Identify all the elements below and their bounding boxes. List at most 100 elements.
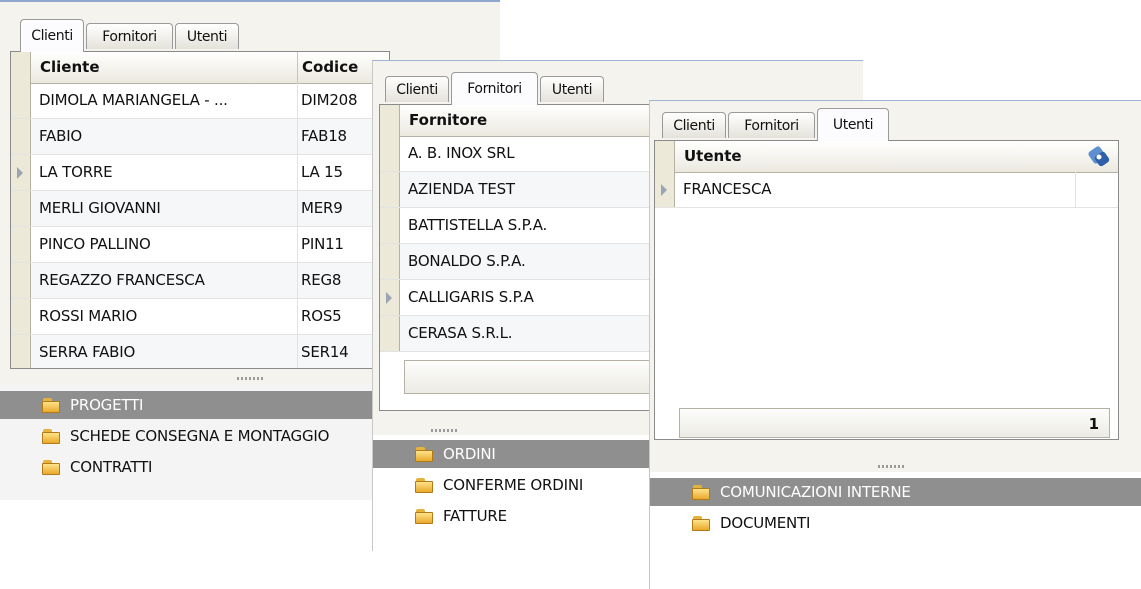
tab-utenti[interactable]: Utenti <box>540 76 604 102</box>
folder-icon <box>42 460 62 475</box>
row-pointer-icon[interactable] <box>655 172 675 207</box>
tab-strip: Clienti Fornitori Utenti <box>385 72 625 105</box>
column-divider <box>297 335 298 368</box>
utenti-grid: Utente FRANCESCA 1 <box>654 140 1119 440</box>
tab-clienti[interactable]: Clienti <box>662 112 726 138</box>
row-selector[interactable] <box>380 136 400 171</box>
cliente-cell: LA TORRE <box>39 163 113 181</box>
utente-cell: FRANCESCA <box>683 180 772 198</box>
cliente-cell: DIMOLA MARIANGELA - ... <box>39 91 228 109</box>
folder-item[interactable]: COMUNICAZIONI INTERNE <box>650 478 1141 506</box>
row-selector[interactable] <box>380 208 400 243</box>
grid-header: Cliente Codice <box>11 52 389 84</box>
tab-utenti[interactable]: Utenti <box>817 108 889 141</box>
table-row[interactable]: FABIO FAB18 <box>11 119 389 155</box>
row-selector-header <box>11 52 31 83</box>
folder-label: PROGETTI <box>70 396 144 414</box>
clienti-grid: Cliente Codice DIMOLA MARIANGELA - ... DI… <box>10 51 390 369</box>
folder-tree: COMUNICAZIONI INTERNE DOCUMENTI <box>650 472 1141 589</box>
tab-strip: Clienti Fornitori Utenti <box>662 108 902 141</box>
tab-fornitori[interactable]: Fornitori <box>86 23 173 49</box>
fornitore-cell: BONALDO S.P.A. <box>408 252 526 270</box>
table-row[interactable]: FRANCESCA <box>655 172 1118 208</box>
fornitore-cell: CALLIGARIS S.P.A <box>408 288 534 306</box>
row-selector-header <box>380 105 400 136</box>
row-selector[interactable] <box>11 119 31 154</box>
grid-header: Fornitore <box>380 105 678 137</box>
splitter-grip-icon <box>431 429 459 432</box>
table-row[interactable]: ROSSI MARIO ROS5 <box>11 299 389 335</box>
folder-label: SCHEDE CONSEGNA E MONTAGGIO <box>70 427 330 445</box>
table-row[interactable]: MERLI GIOVANNI MER9 <box>11 191 389 227</box>
cliente-cell: REGAZZO FRANCESCA <box>39 271 205 289</box>
row-selector[interactable] <box>11 299 31 334</box>
row-selector[interactable] <box>380 172 400 207</box>
folder-item[interactable]: DOCUMENTI <box>650 509 1141 537</box>
row-selector-header <box>655 141 675 172</box>
cliente-cell: PINCO PALLINO <box>39 235 151 253</box>
column-divider <box>297 263 298 298</box>
paperclip-icon[interactable] <box>1087 145 1113 169</box>
table-row[interactable]: CERASA S.R.L. <box>380 316 678 352</box>
folder-label: COMUNICAZIONI INTERNE <box>720 483 911 501</box>
table-row[interactable]: BATTISTELLA S.P.A. <box>380 208 678 244</box>
column-divider <box>297 299 298 334</box>
row-selector[interactable] <box>11 335 31 368</box>
fornitore-cell: CERASA S.R.L. <box>408 324 513 342</box>
column-header-utente[interactable]: Utente <box>680 141 1080 172</box>
folder-icon <box>415 447 435 462</box>
row-pointer-icon[interactable] <box>380 280 400 315</box>
table-row[interactable]: REGAZZO FRANCESCA REG8 <box>11 263 389 299</box>
folder-icon <box>692 516 712 531</box>
table-row[interactable]: BONALDO S.P.A. <box>380 244 678 280</box>
row-selector[interactable] <box>11 83 31 118</box>
grid-footer <box>404 360 674 394</box>
row-selector[interactable] <box>11 263 31 298</box>
splitter-grip-icon <box>878 465 906 468</box>
tab-utenti[interactable]: Utenti <box>175 23 239 49</box>
row-selector[interactable] <box>11 227 31 262</box>
splitter-grip-icon <box>237 377 265 380</box>
table-row[interactable]: SERRA FABIO SER14 <box>11 335 389 368</box>
grid-footer: 1 <box>679 408 1110 438</box>
row-pointer-icon[interactable] <box>11 155 31 190</box>
folder-icon <box>415 478 435 493</box>
column-divider <box>297 191 298 226</box>
tab-fornitori[interactable]: Fornitori <box>451 72 538 105</box>
fornitori-grid: Fornitore A. B. INOX SRL AZIENDA TEST BATT… <box>379 104 679 411</box>
column-divider <box>297 227 298 262</box>
table-row[interactable]: CALLIGARIS S.P.A <box>380 280 678 316</box>
folder-label: CONFERME ORDINI <box>443 476 584 494</box>
record-count: 1 <box>1088 415 1099 433</box>
folder-label: ORDINI <box>443 445 496 463</box>
column-divider <box>297 119 298 154</box>
row-selector[interactable] <box>380 244 400 279</box>
column-divider <box>1075 172 1076 207</box>
table-row[interactable]: A. B. INOX SRL <box>380 136 678 172</box>
folder-icon <box>42 429 62 444</box>
folder-icon <box>415 509 435 524</box>
column-header-fornitore[interactable]: Fornitore <box>405 105 678 136</box>
utenti-window: Clienti Fornitori Utenti Utente FRANCESC… <box>649 100 1141 589</box>
row-selector[interactable] <box>11 191 31 226</box>
column-header-cliente[interactable]: Cliente <box>36 52 298 83</box>
tab-fornitori[interactable]: Fornitori <box>728 112 815 138</box>
cliente-cell: ROSSI MARIO <box>39 307 138 325</box>
tab-strip: Clienti Fornitori Utenti <box>20 19 250 52</box>
folder-icon <box>692 485 712 500</box>
tab-clienti[interactable]: Clienti <box>385 76 449 102</box>
table-row[interactable]: LA TORRE LA 15 <box>11 155 389 191</box>
tab-clienti[interactable]: Clienti <box>20 19 84 52</box>
table-row[interactable]: AZIENDA TEST <box>380 172 678 208</box>
fornitore-cell: AZIENDA TEST <box>408 180 515 198</box>
column-divider <box>297 83 298 118</box>
folder-label: DOCUMENTI <box>720 514 811 532</box>
column-divider <box>297 155 298 190</box>
fornitore-cell: BATTISTELLA S.P.A. <box>408 216 548 234</box>
row-selector[interactable] <box>380 316 400 351</box>
grid-header: Utente <box>655 141 1118 173</box>
table-row[interactable]: DIMOLA MARIANGELA - ... DIM208 <box>11 83 389 119</box>
folder-label: CONTRATTI <box>70 458 153 476</box>
splitter[interactable] <box>650 463 1141 471</box>
table-row[interactable]: PINCO PALLINO PIN11 <box>11 227 389 263</box>
